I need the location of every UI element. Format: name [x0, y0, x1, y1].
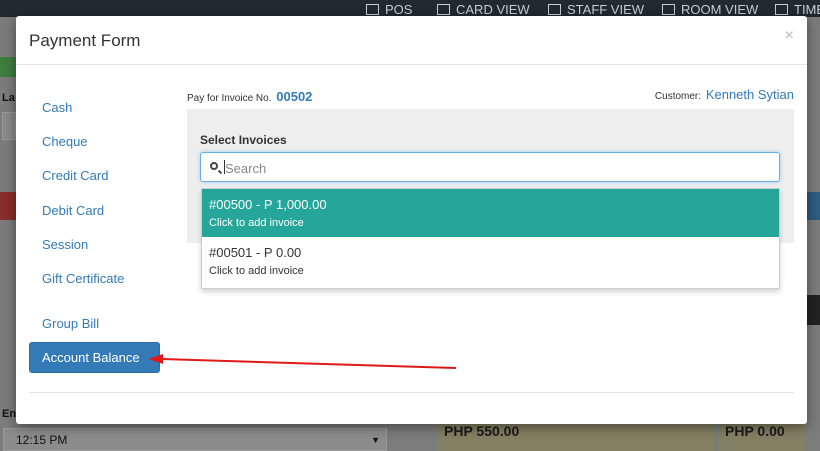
- annotation-arrow-icon: [148, 354, 457, 369]
- annotation-arrow-line: [161, 358, 457, 369]
- annotation-arrow-head: [148, 354, 163, 364]
